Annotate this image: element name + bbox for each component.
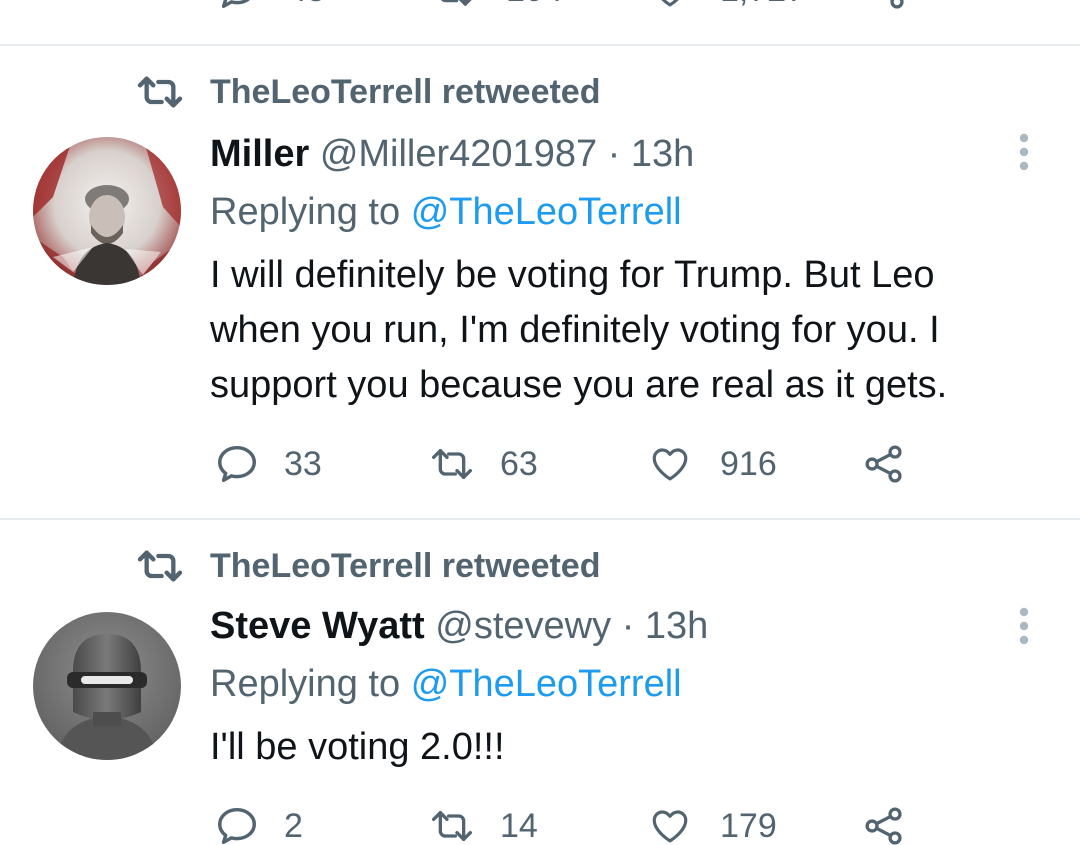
previous-like-button[interactable]: 1,727 bbox=[648, 0, 805, 14]
reply-icon bbox=[221, 0, 251, 9]
retweeted-by-label[interactable]: TheLeoTerrell retweeted bbox=[210, 547, 601, 586]
retweet-count: 14 bbox=[500, 806, 538, 845]
separator-dot: · bbox=[607, 133, 621, 175]
retweet-count: 63 bbox=[500, 444, 538, 483]
retweet-button[interactable]: 63 bbox=[426, 440, 538, 488]
reply-icon bbox=[218, 445, 256, 483]
previous-reply-count: 45 bbox=[288, 0, 326, 10]
retweet-icon bbox=[137, 76, 183, 108]
tweet-item[interactable]: TheLeoTerrell retweeted bbox=[0, 46, 1080, 518]
tweet-actions: 2 14 179 bbox=[214, 802, 934, 845]
previous-retweet-button[interactable]: 104 bbox=[428, 0, 563, 14]
share-icon bbox=[865, 445, 902, 483]
share-button[interactable] bbox=[862, 440, 906, 488]
display-name[interactable]: Miller bbox=[210, 133, 309, 175]
reply-button[interactable]: 33 bbox=[214, 440, 322, 488]
retweeted-by-row: TheLeoTerrell retweeted bbox=[136, 70, 601, 114]
tweet-header: Miller @Miller4201987 · 13h bbox=[210, 132, 694, 176]
like-button[interactable]: 916 bbox=[648, 440, 777, 488]
avatar-image bbox=[33, 612, 181, 760]
more-options-button[interactable] bbox=[1006, 604, 1042, 648]
heart-icon bbox=[661, 0, 679, 7]
more-vertical-icon bbox=[1019, 133, 1029, 171]
reply-button[interactable]: 2 bbox=[214, 802, 303, 845]
replying-to-prefix: Replying to bbox=[210, 191, 401, 233]
more-options-button[interactable] bbox=[1006, 130, 1042, 174]
tweet-header: Steve Wyatt @stevewy · 13h bbox=[210, 604, 708, 648]
retweet-icon bbox=[432, 811, 473, 841]
avatar[interactable] bbox=[33, 612, 181, 760]
tweet-text: I'll be voting 2.0!!! bbox=[210, 726, 505, 768]
reply-count: 33 bbox=[284, 444, 322, 483]
reply-count: 2 bbox=[284, 806, 303, 845]
previous-like-count: 1,727 bbox=[720, 0, 805, 10]
previous-share-button[interactable] bbox=[864, 0, 908, 14]
display-name[interactable]: Steve Wyatt bbox=[210, 605, 425, 647]
tweet-actions: 33 63 916 bbox=[214, 440, 934, 488]
avatar[interactable] bbox=[33, 137, 181, 285]
heart-icon bbox=[652, 448, 688, 481]
like-button[interactable]: 179 bbox=[648, 802, 777, 845]
like-count: 916 bbox=[720, 444, 777, 483]
retweet-icon bbox=[137, 550, 183, 582]
tweet-text: I will definitely be voting for Trump. B… bbox=[210, 254, 948, 406]
retweeted-by-label[interactable]: TheLeoTerrell retweeted bbox=[210, 73, 601, 112]
replying-to-line: Replying to @TheLeoTerrell bbox=[210, 190, 682, 234]
user-handle[interactable]: @stevewy bbox=[435, 605, 611, 647]
retweet-icon bbox=[432, 449, 473, 479]
replying-to-mention[interactable]: @TheLeoTerrell bbox=[411, 663, 682, 705]
retweeted-by-row: TheLeoTerrell retweeted bbox=[136, 544, 601, 588]
share-icon bbox=[889, 0, 904, 9]
previous-reply-button[interactable]: 45 bbox=[214, 0, 326, 14]
share-button[interactable] bbox=[862, 802, 906, 845]
tweet-time[interactable]: 13h bbox=[645, 605, 708, 647]
replying-to-prefix: Replying to bbox=[210, 663, 401, 705]
avatar-image bbox=[33, 137, 181, 285]
previous-retweet-count: 104 bbox=[506, 0, 563, 10]
tweet-item[interactable]: TheLeoTerrell retweeted bbox=[0, 520, 1080, 845]
user-handle[interactable]: @Miller4201987 bbox=[320, 133, 597, 175]
timeline-feed: 45 104 1,727 TheLeoTerrell retweeted bbox=[0, 0, 1080, 845]
more-vertical-icon bbox=[1019, 607, 1029, 645]
retweet-button[interactable]: 14 bbox=[426, 802, 538, 845]
share-icon bbox=[865, 807, 902, 845]
replying-to-line: Replying to @TheLeoTerrell bbox=[210, 662, 682, 706]
previous-tweet-actions: 45 104 1,727 bbox=[0, 0, 1080, 12]
replying-to-mention[interactable]: @TheLeoTerrell bbox=[411, 191, 682, 233]
separator-dot: · bbox=[621, 605, 635, 647]
heart-icon bbox=[652, 810, 688, 843]
like-count: 179 bbox=[720, 806, 777, 845]
tweet-time[interactable]: 13h bbox=[631, 133, 694, 175]
retweet-icon bbox=[440, 0, 472, 6]
reply-icon bbox=[218, 807, 256, 845]
